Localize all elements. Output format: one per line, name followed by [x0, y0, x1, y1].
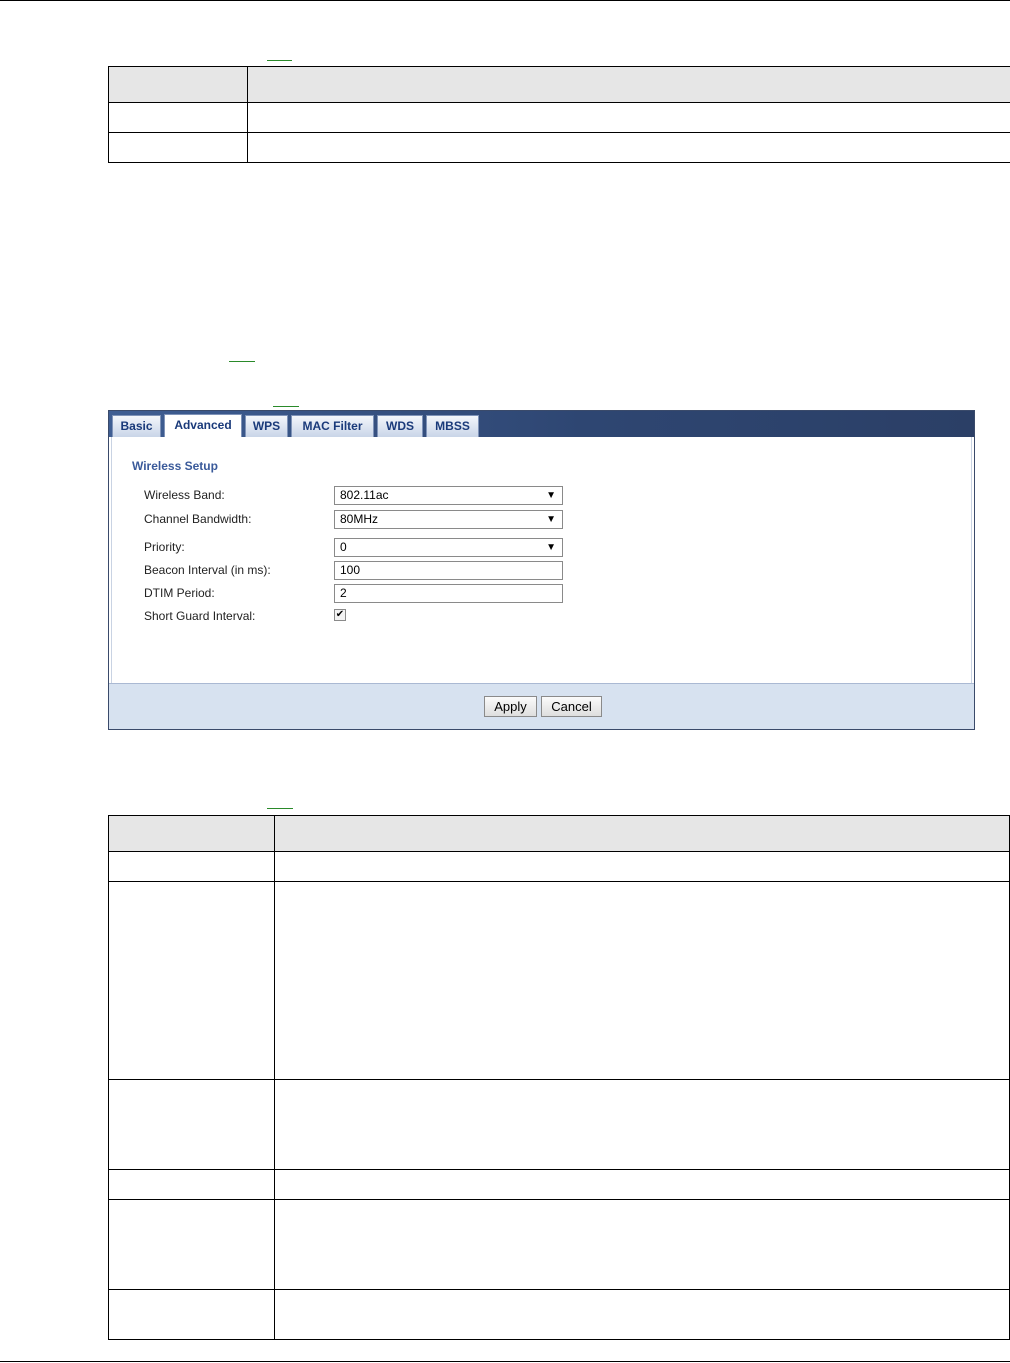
wireless-band-label: Wireless Band:	[144, 488, 225, 502]
tab-mac-filter[interactable]: MAC Filter	[291, 415, 374, 437]
table-cell	[108, 1289, 275, 1340]
table-cell	[108, 102, 248, 133]
table-header-row	[108, 815, 1010, 852]
table-cell	[108, 851, 275, 882]
table-row	[108, 132, 1010, 163]
channel-bandwidth-label: Channel Bandwidth:	[144, 512, 252, 526]
tab-advanced[interactable]: Advanced	[164, 414, 242, 438]
channel-bandwidth-value: 80MHz	[340, 512, 379, 526]
tab-mbss[interactable]: MBSS	[426, 415, 479, 437]
table-cell	[247, 102, 1010, 133]
button-bar: Apply Cancel	[109, 683, 974, 729]
table-header-cell	[247, 66, 1010, 103]
tab-wps[interactable]: WPS	[245, 415, 288, 437]
section-title: Wireless Setup	[132, 459, 218, 473]
figure-link-underline[interactable]	[267, 60, 292, 61]
channel-bandwidth-select[interactable]: 80MHz ▼	[334, 510, 563, 529]
table-cell	[108, 132, 248, 163]
table-header-cell	[108, 66, 248, 103]
apply-button[interactable]: Apply	[484, 696, 537, 717]
header-rule	[0, 0, 1010, 1]
wireless-band-value: 802.11ac	[340, 488, 389, 502]
cancel-button[interactable]: Cancel	[541, 696, 602, 717]
table-row	[108, 1289, 1010, 1340]
table-cell	[274, 851, 1010, 882]
description-table-top	[108, 66, 1010, 163]
tab-basic[interactable]: Basic	[112, 415, 161, 437]
table-header-row	[108, 66, 1010, 103]
beacon-interval-label: Beacon Interval (in ms):	[144, 563, 271, 577]
priority-select[interactable]: 0 ▼	[334, 538, 563, 557]
table-cell	[108, 1079, 275, 1170]
chevron-down-icon: ▼	[546, 514, 556, 525]
table-cell	[274, 1289, 1010, 1340]
table-cell	[247, 132, 1010, 163]
table-cell	[108, 1199, 275, 1290]
dtim-period-input[interactable]: 2	[334, 584, 563, 603]
table-row	[108, 881, 1010, 1080]
tab-wds[interactable]: WDS	[377, 415, 423, 437]
table-cell	[108, 881, 275, 1080]
short-guard-interval-checkbox[interactable]: ✔	[334, 609, 346, 621]
wireless-advanced-screen: Basic Advanced WPS MAC Filter WDS MBSS W…	[108, 410, 975, 730]
tab-bar: Basic Advanced WPS MAC Filter WDS MBSS	[109, 411, 974, 438]
footer-rule	[0, 1361, 1010, 1362]
content-area	[111, 437, 972, 683]
table-cell	[274, 1199, 1010, 1290]
table-row	[108, 1169, 1010, 1200]
table-cell	[274, 881, 1010, 1080]
checkmark-icon: ✔	[335, 609, 345, 620]
table-link-underline[interactable]	[267, 808, 293, 809]
beacon-interval-input[interactable]: 100	[334, 561, 563, 580]
chevron-down-icon: ▼	[546, 542, 556, 553]
chevron-down-icon: ▼	[546, 490, 556, 501]
table-header-cell	[108, 815, 275, 852]
table-row	[108, 1079, 1010, 1170]
wireless-band-select[interactable]: 802.11ac ▼	[334, 486, 563, 505]
table-cell	[274, 1169, 1010, 1200]
priority-value: 0	[340, 540, 347, 554]
table-header-cell	[274, 815, 1010, 852]
table-row	[108, 1199, 1010, 1290]
dtim-period-label: DTIM Period:	[144, 586, 215, 600]
table-cell	[108, 1169, 275, 1200]
description-table-bottom	[108, 815, 1010, 1340]
figure-link-underline[interactable]	[229, 361, 255, 362]
table-row	[108, 102, 1010, 133]
table-cell	[274, 1079, 1010, 1170]
figure-link-underline[interactable]	[273, 406, 299, 407]
table-row	[108, 851, 1010, 882]
priority-label: Priority:	[144, 540, 185, 554]
short-guard-interval-label: Short Guard Interval:	[144, 609, 256, 623]
